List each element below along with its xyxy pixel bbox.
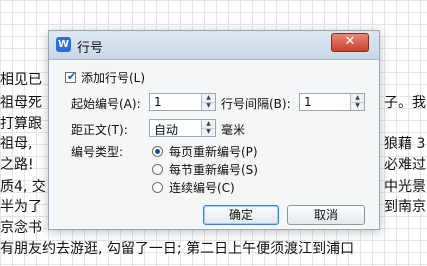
close-button[interactable]: ✕ (331, 33, 369, 52)
wps-writer-icon: W (56, 37, 71, 52)
distance-value: 自动 (154, 123, 179, 137)
checkmark-icon: ✔ (67, 70, 77, 83)
close-icon: ✕ (344, 34, 356, 49)
continuous-label[interactable]: 连续编号(C) (169, 179, 235, 196)
dialog-titlebar[interactable]: W 行号 ✕ (49, 31, 379, 60)
ok-button[interactable]: 确定 (203, 205, 279, 225)
distance-unit: 毫米 (221, 123, 246, 137)
add-line-numbers-label[interactable]: 添加行号(L) (81, 69, 145, 86)
restart-each-section-label[interactable]: 每节重新编号(S) (169, 161, 258, 178)
distance-label: 距正文(T): (71, 123, 128, 137)
radio-continuous[interactable] (152, 182, 163, 193)
doc-line-right-3: 必难过 (384, 157, 426, 173)
line-interval-input[interactable]: 1 ▲ ▼ (299, 93, 365, 111)
add-line-numbers-checkbox[interactable]: ✔ (65, 70, 77, 83)
doc-line-3: 打算跟 (0, 116, 42, 132)
doc-line-right-4: 中光景 (384, 179, 426, 195)
line-interval-value: 1 (304, 95, 312, 109)
start-number-label: 起始编号(A): (71, 97, 141, 111)
doc-line-8: 京念书 (0, 220, 42, 236)
line-interval-label: 行号间隔(B): (221, 97, 291, 111)
restart-each-page-label[interactable]: 每页重新编号(P) (169, 143, 258, 160)
doc-line-6: 质4, 交 (0, 179, 46, 195)
doc-line-1: 相见已 (0, 72, 42, 88)
line-interval-stepper[interactable]: ▲ ▼ (350, 94, 364, 110)
distance-stepper[interactable]: ▲ ▼ (201, 120, 215, 136)
line-numbers-dialog: W 行号 ✕ ✔ 添加行号(L) 起始编号(A): 1 ▲ ▼ 行号间隔(B):… (48, 30, 380, 230)
doc-line-4: 祖母, (0, 136, 33, 152)
decrement-icon[interactable]: ▼ (202, 102, 215, 110)
numbering-type-label: 编号类型: (71, 145, 124, 159)
cancel-button[interactable]: 取消 (287, 205, 365, 225)
doc-line-5: 之路! (0, 157, 34, 173)
doc-line-7: 半为了 (0, 199, 42, 215)
decrement-icon[interactable]: ▼ (202, 128, 215, 136)
radio-restart-each-section[interactable] (152, 164, 163, 175)
radio-restart-each-page[interactable] (152, 146, 163, 157)
doc-line-9: 有朋友约去游逛, 勾留了一日; 第二日上午便须渡江到浦口 (0, 241, 355, 257)
start-number-input[interactable]: 1 ▲ ▼ (149, 93, 216, 111)
start-number-value: 1 (154, 95, 162, 109)
distance-input[interactable]: 自动 ▲ ▼ (149, 119, 216, 137)
doc-line-right-1: 子。我 (384, 95, 426, 111)
dialog-title: 行号 (77, 41, 104, 56)
doc-line-2: 祖母死 (0, 95, 42, 111)
start-number-stepper[interactable]: ▲ ▼ (201, 94, 215, 110)
decrement-icon[interactable]: ▼ (351, 102, 364, 110)
doc-line-right-5: 到南京 (384, 199, 426, 215)
doc-line-right-2: 狼藉 3 (384, 136, 426, 152)
